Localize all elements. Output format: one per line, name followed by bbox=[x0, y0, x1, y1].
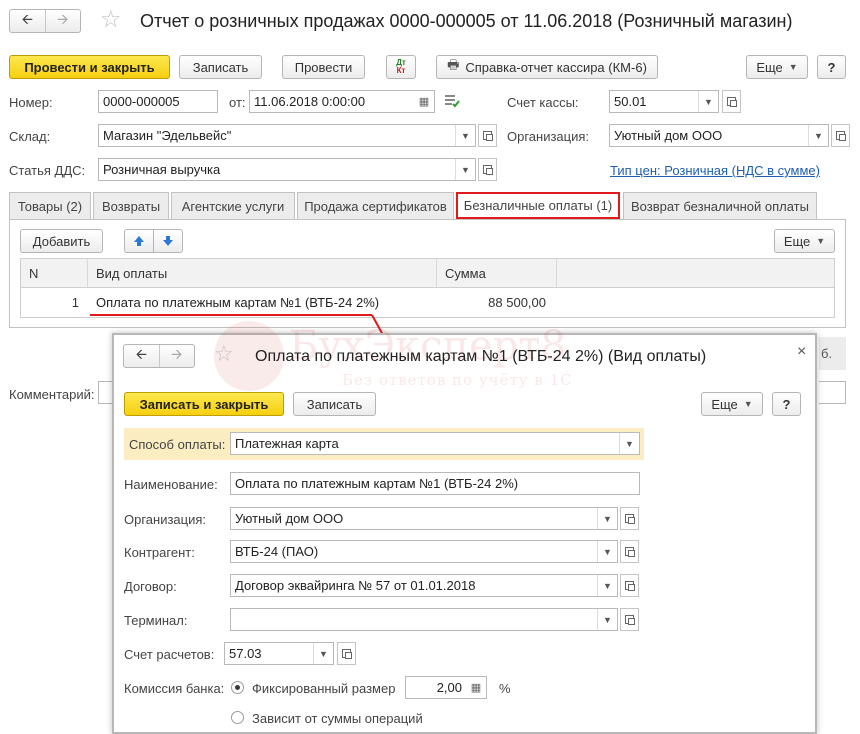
open-icon[interactable] bbox=[620, 574, 639, 597]
favorite-star-icon[interactable]: ☆ bbox=[214, 341, 234, 367]
open-icon[interactable] bbox=[337, 642, 356, 665]
save-and-close-button[interactable]: Записать и закрыть bbox=[124, 392, 284, 416]
forward-arrow-icon[interactable]: 🡪 bbox=[160, 345, 195, 367]
depends-commission-label: Зависит от суммы операций bbox=[252, 711, 423, 726]
watermark-subtitle: Без ответов по учёту в 1С bbox=[342, 371, 573, 389]
chevron-down-icon[interactable]: ▼ bbox=[619, 433, 639, 454]
dialog-organization-label: Организация: bbox=[124, 512, 207, 527]
counterparty-label: Контрагент: bbox=[124, 545, 195, 560]
chevron-down-icon[interactable]: ▼ bbox=[597, 575, 617, 596]
chevron-down-icon[interactable]: ▼ bbox=[597, 541, 617, 562]
hidden-total-fragment: б. bbox=[819, 337, 846, 370]
fixed-commission-label: Фиксированный размер bbox=[252, 681, 396, 696]
chevron-down-icon: ▼ bbox=[743, 399, 753, 409]
percent-sign: % bbox=[499, 681, 511, 696]
chevron-down-icon[interactable]: ▼ bbox=[597, 609, 617, 630]
contract-label: Договор: bbox=[124, 579, 177, 594]
comment-field[interactable] bbox=[98, 381, 112, 404]
contract-field[interactable]: Договор эквайринга № 57 от 01.01.2018 ▼ bbox=[230, 574, 618, 597]
depends-commission-radio[interactable] bbox=[231, 711, 244, 724]
open-icon[interactable] bbox=[620, 608, 639, 631]
hidden-field-fragment bbox=[819, 381, 846, 404]
payment-type-dialog: БухЭксперт8 Без ответов по учёту в 1С 🡨 … bbox=[112, 321, 817, 734]
back-arrow-icon[interactable]: 🡨 bbox=[124, 345, 160, 367]
dialog-organization-field[interactable]: Уютный дом ООО ▼ bbox=[230, 507, 618, 530]
payment-method-label: Способ оплаты: bbox=[129, 437, 226, 452]
chevron-down-icon[interactable]: ▼ bbox=[597, 508, 617, 529]
terminal-field[interactable]: ▼ bbox=[230, 608, 618, 631]
counterparty-field[interactable]: ВТБ-24 (ПАО) ▼ bbox=[230, 540, 618, 563]
dialog-more-button[interactable]: Еще ▼ bbox=[701, 392, 763, 416]
dialog-nav-buttons: 🡨 🡪 bbox=[123, 344, 195, 368]
fixed-commission-radio[interactable] bbox=[231, 681, 244, 694]
open-icon[interactable] bbox=[620, 540, 639, 563]
account-label: Счет расчетов: bbox=[124, 647, 215, 662]
commission-value-field[interactable]: 2,00 ▦ bbox=[405, 676, 487, 699]
calculator-icon[interactable]: ▦ bbox=[466, 677, 486, 698]
dialog-help-button[interactable]: ? bbox=[772, 392, 801, 416]
close-icon[interactable]: × bbox=[797, 343, 806, 361]
name-field[interactable]: Оплата по платежным картам №1 (ВТБ-24 2%… bbox=[230, 472, 640, 495]
dialog-title: Оплата по платежным картам №1 (ВТБ-24 2%… bbox=[255, 348, 707, 365]
account-field[interactable]: 57.03 ▼ bbox=[224, 642, 334, 665]
payment-method-field[interactable]: Платежная карта ▼ bbox=[230, 432, 640, 455]
name-label: Наименование: bbox=[124, 477, 218, 492]
terminal-label: Терминал: bbox=[124, 613, 188, 628]
dialog-save-button[interactable]: Записать bbox=[293, 392, 376, 416]
commission-label: Комиссия банка: bbox=[124, 681, 225, 696]
comment-label: Комментарий: bbox=[9, 387, 95, 402]
chevron-down-icon[interactable]: ▼ bbox=[313, 643, 333, 664]
open-icon[interactable] bbox=[620, 507, 639, 530]
